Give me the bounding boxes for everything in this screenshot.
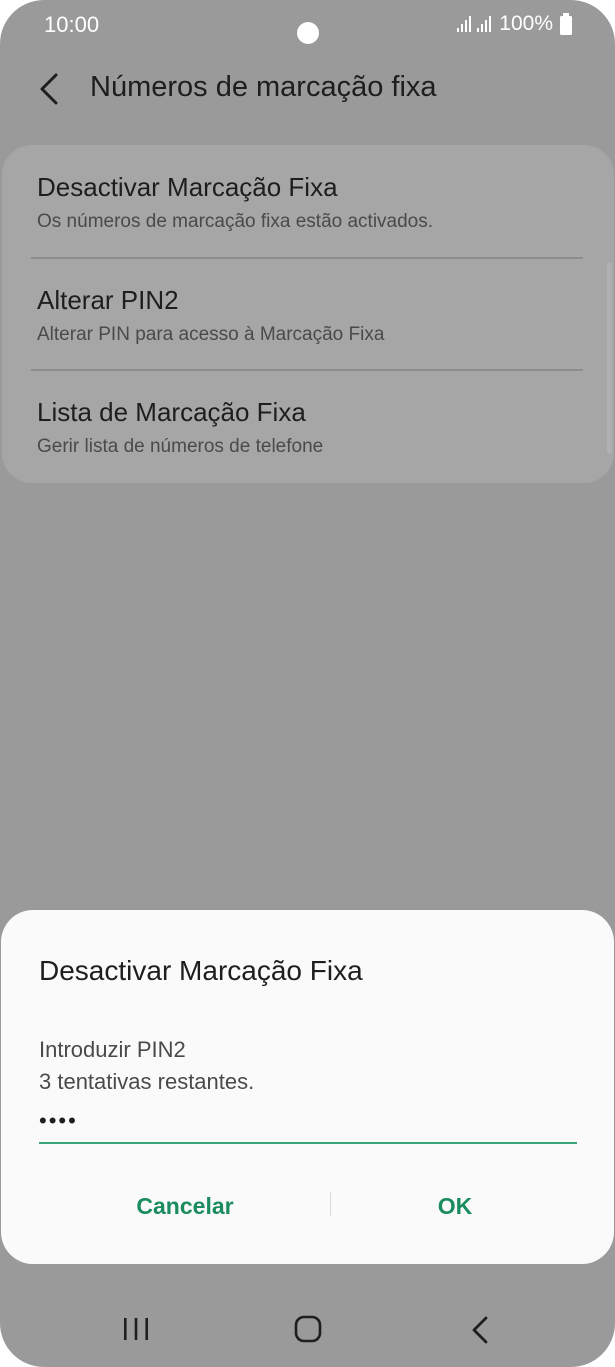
button-divider [330, 1192, 331, 1216]
back-chevron-icon[interactable] [36, 72, 66, 106]
cancel-button[interactable]: Cancelar [85, 1186, 285, 1226]
attempts-remaining: 3 tentativas restantes. [39, 1069, 255, 1094]
home-icon[interactable] [294, 1314, 322, 1344]
status-indicators: 100% [455, 12, 573, 36]
signal-icon [457, 16, 492, 32]
settings-item-subtitle: Os números de marcação fixa estão activa… [37, 211, 434, 232]
settings-item-title: Alterar PIN2 [37, 285, 179, 315]
status-time: 10:00 [44, 12, 100, 37]
recents-icon[interactable] [121, 1314, 151, 1344]
status-bar: 10:00 100% [0, 0, 615, 56]
settings-item-subtitle: Gerir lista de números de telefone [37, 436, 324, 457]
settings-item-fdn-list[interactable]: Lista de Marcação Fixa Gerir lista de nú… [37, 397, 582, 458]
pin-label: Introduzir PIN2 [39, 1037, 186, 1062]
battery-icon [560, 13, 572, 35]
settings-item-subtitle: Alterar PIN para acesso à Marcação Fixa [37, 324, 385, 345]
settings-item-title: Desactivar Marcação Fixa [37, 172, 338, 202]
settings-item-disable-fdn[interactable]: Desactivar Marcação Fixa Os números de m… [37, 172, 582, 233]
pin-input[interactable] [39, 1100, 577, 1144]
ok-button[interactable]: OK [355, 1186, 555, 1226]
battery-percent: 100% [499, 12, 553, 35]
divider [31, 257, 583, 259]
settings-item-title: Lista de Marcação Fixa [37, 397, 306, 427]
divider [31, 369, 583, 371]
pin-dialog: Desactivar Marcação Fixa Introduzir PIN2… [1, 910, 614, 1264]
page-title: Números de marcação fixa [90, 71, 437, 103]
front-camera [297, 22, 319, 44]
phone-screen: 10:00 100% Números de marcação fixa Desa… [0, 0, 615, 1367]
settings-item-change-pin2[interactable]: Alterar PIN2 Alterar PIN para acesso à M… [37, 285, 582, 346]
scrollbar[interactable] [607, 262, 612, 454]
dialog-title: Desactivar Marcação Fixa [39, 955, 363, 986]
nav-back-icon[interactable] [469, 1314, 491, 1346]
